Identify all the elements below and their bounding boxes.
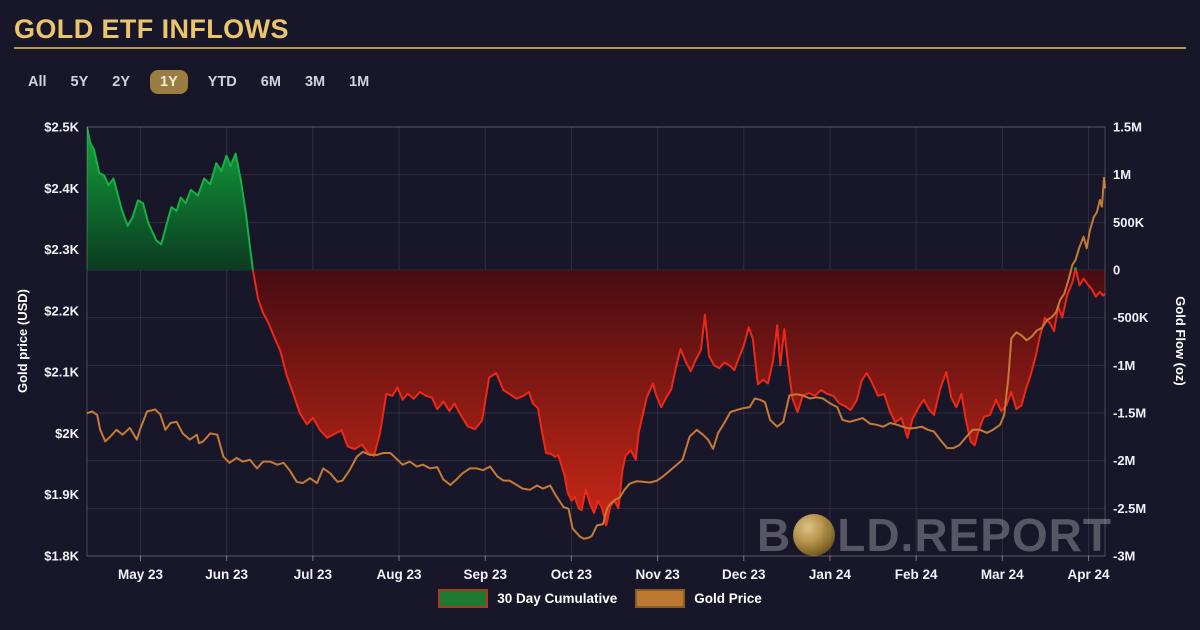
right-axis-tick-label: 1.5M — [1113, 120, 1142, 135]
right-axis-title: Gold Flow (oz) — [1173, 296, 1188, 386]
left-axis-tick-label: $2.4K — [44, 181, 79, 196]
x-axis-tick-label: Oct 23 — [551, 567, 593, 582]
gold-etf-inflows-card: GOLD ETF INFLOWS All5Y2Y1YYTD6M3M1M B LD… — [0, 0, 1200, 630]
right-axis-tick-label: -3M — [1113, 549, 1135, 564]
right-axis-tick-label: -1M — [1113, 358, 1135, 373]
x-axis-tick-label: Dec 23 — [722, 567, 766, 582]
left-axis-tick-label: $2.3K — [44, 242, 79, 257]
left-axis-tick-label: $2.1K — [44, 365, 79, 380]
x-axis-tick-label: Mar 24 — [981, 567, 1024, 582]
x-axis-tick-label: Apr 24 — [1067, 567, 1110, 582]
right-axis-tick-label: -1.5M — [1113, 406, 1146, 421]
left-axis-tick-label: $2.5K — [44, 120, 79, 135]
cumulative-swatch-icon — [438, 589, 488, 608]
x-axis-tick-label: Nov 23 — [635, 567, 680, 582]
legend-item-gold-price[interactable]: Gold Price — [635, 589, 762, 608]
chart-legend: 30 Day Cumulative Gold Price — [0, 589, 1200, 608]
left-axis-tick-label: $2.2K — [44, 303, 79, 318]
x-axis-tick-label: Jun 23 — [205, 567, 248, 582]
right-axis-tick-label: -500K — [1113, 310, 1149, 325]
x-axis-tick-label: Aug 23 — [377, 567, 423, 582]
left-axis-tick-label: $1.9K — [44, 487, 79, 502]
left-axis-title: Gold price (USD) — [15, 289, 30, 393]
gold-price-swatch-icon — [635, 589, 685, 608]
left-axis-tick-label: $2K — [55, 426, 79, 441]
gold-etf-chart: $2.5K $2.4K $2.3K $2.2K $2.1K $2K $1.9K $1.8K 1.… — [0, 0, 1200, 630]
left-axis-tick-label: $1.8K — [44, 549, 79, 564]
right-axis-tick-label: 1M — [1113, 167, 1131, 182]
legend-item-cumulative[interactable]: 30 Day Cumulative — [438, 589, 617, 608]
chart-series — [87, 127, 1105, 539]
x-axis-tick-label: Jul 23 — [294, 567, 333, 582]
x-axis-tick-label: Sep 23 — [463, 567, 507, 582]
x-axis-tick-label: Jan 24 — [809, 567, 852, 582]
x-axis-tick-label: Feb 24 — [895, 567, 938, 582]
legend-label-cumulative: 30 Day Cumulative — [497, 591, 617, 606]
right-axis-tick-label: -2M — [1113, 453, 1135, 468]
right-axis-tick-label: 500K — [1113, 215, 1145, 230]
x-axis-tick-label: May 23 — [118, 567, 164, 582]
right-axis-tick-label: 0 — [1113, 263, 1120, 278]
right-axis-tick-label: -2.5M — [1113, 501, 1146, 516]
legend-label-gold-price: Gold Price — [694, 591, 762, 606]
